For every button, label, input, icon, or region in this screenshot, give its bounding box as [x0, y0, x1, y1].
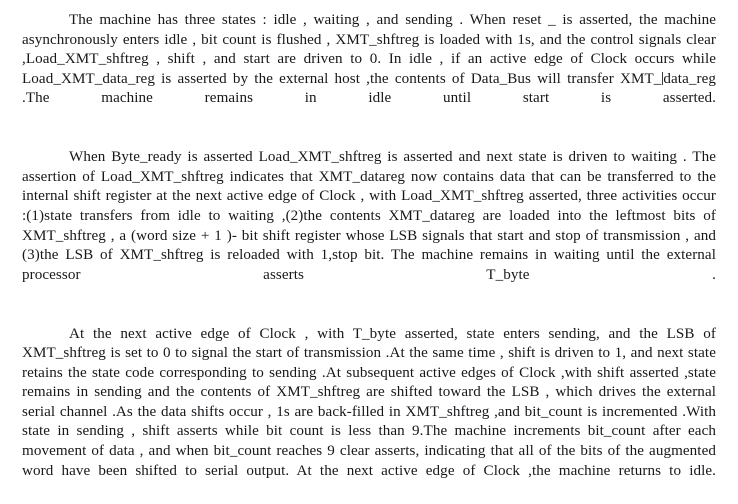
document-body: The machine has three states : idle , wa…: [22, 11, 716, 501]
paragraph-1-text-before-caret: The machine has three states : idle , wa…: [22, 12, 716, 87]
paragraph-3: At the next active edge of Clock , with …: [22, 325, 716, 501]
document-page: The machine has three states : idle , wa…: [0, 0, 738, 504]
paragraph-2-text: When Byte_ready is asserted Load_XMT_shf…: [22, 149, 716, 283]
paragraph-2: When Byte_ready is asserted Load_XMT_shf…: [22, 148, 716, 305]
paragraph-3-text: At the next active edge of Clock , with …: [22, 325, 716, 479]
paragraph-1: The machine has three states : idle , wa…: [22, 11, 716, 129]
